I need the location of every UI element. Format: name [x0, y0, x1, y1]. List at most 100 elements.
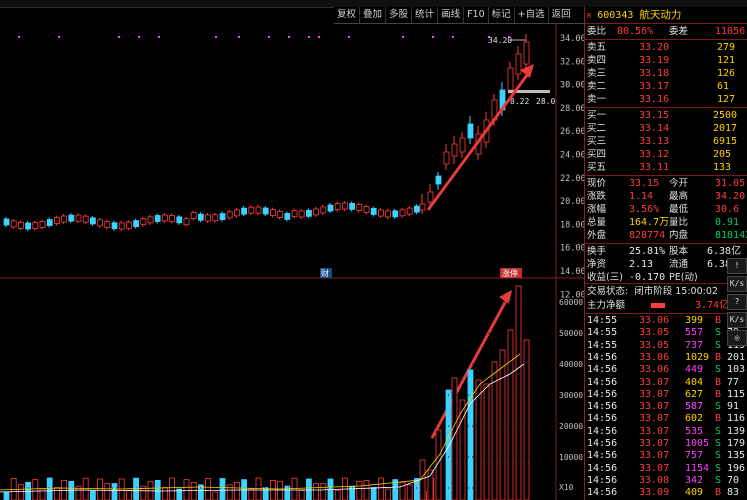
volume-bar: [515, 285, 522, 500]
side-tool-icon[interactable]: ?: [727, 294, 747, 310]
volume-bar: [262, 487, 269, 500]
candle-body: [419, 203, 426, 211]
candle-body: [385, 210, 392, 218]
toolbar-button-overlay[interactable]: 叠加: [360, 7, 387, 23]
candle-body: [313, 208, 320, 216]
low-ref-right-label: 28.0: [536, 97, 555, 106]
toolbar-button-f10[interactable]: F10: [464, 7, 489, 23]
marker-limit-up: 涨停: [502, 268, 518, 278]
volume-bar: [298, 490, 305, 500]
candle-body: [284, 213, 291, 220]
bid-row[interactable]: 买一 33.15 2500: [587, 109, 737, 122]
candle-body: [507, 67, 514, 91]
volume-bar: [445, 389, 452, 500]
ask-row[interactable]: 卖五 33.20 279: [587, 41, 735, 54]
signal-dot: [402, 36, 404, 38]
candle-body: [126, 221, 132, 229]
volume-bar: [320, 483, 327, 500]
volume-bar: [46, 477, 53, 500]
bid-row[interactable]: 买二 33.14 2017: [587, 122, 737, 135]
toolbar-button-mark[interactable]: 标记: [489, 7, 515, 23]
volume-bar: [507, 329, 514, 500]
candle-body: [97, 219, 103, 227]
side-tool-icon[interactable]: !: [727, 258, 747, 274]
candle-body: [399, 209, 406, 217]
bid-row[interactable]: 买四 33.12 205: [587, 148, 731, 161]
candle-body: [341, 202, 348, 210]
candle-body: [104, 221, 111, 229]
candle-body: [154, 215, 161, 222]
toolbar-button-fuquan[interactable]: 复权: [334, 7, 361, 23]
tick-row: 14:56 33.06 449 S 103: [587, 364, 746, 376]
candle-body: [248, 206, 255, 214]
signal-dot: [215, 36, 217, 38]
tick-row: 14:56 33.06 1029 B 201: [587, 351, 746, 363]
volume-bar: [212, 491, 219, 500]
tick-row: 14:56 33.07 627 B 115: [587, 388, 746, 400]
volume-bar: [54, 487, 60, 500]
candle-body: [377, 209, 384, 217]
toolbar-button-add-watchlist[interactable]: +自选: [515, 7, 549, 23]
toolbar-button-multi-stock[interactable]: 多股: [386, 7, 413, 23]
candle-body: [3, 218, 10, 226]
side-tool-icon[interactable]: ◎: [727, 330, 747, 346]
tick-row: 14:56 33.07 602 B 116: [587, 413, 746, 425]
candle-body: [241, 207, 248, 215]
volume-bar: [356, 480, 363, 500]
candle-body: [262, 207, 269, 215]
ask-row[interactable]: 卖二 33.17 61: [587, 80, 729, 93]
candle-body: [443, 151, 450, 165]
volume-bar: [111, 483, 118, 500]
candle-body: [111, 222, 118, 230]
ask-row[interactable]: 卖三 33.18 126: [587, 67, 735, 80]
signal-dot: [138, 36, 140, 38]
volume-bar: [90, 490, 96, 500]
volume-bar: [118, 478, 125, 500]
volume-bar: [169, 477, 176, 500]
quote-panel: R 600343 航天动力 委比 80.56% 委差 11056 卖五 33.20…: [584, 7, 747, 500]
candle-body: [291, 210, 298, 218]
weibi-row: 委比 80.56% 委差 11056: [587, 26, 746, 37]
bid-row[interactable]: 买五 33.11 133: [587, 161, 731, 174]
toolbar-button-back[interactable]: 返回: [549, 7, 574, 23]
candle-body: [39, 220, 46, 228]
candle-body: [305, 209, 312, 217]
volume-bar: [385, 488, 392, 500]
main-net-row[interactable]: 主力净额 3.74亿: [587, 299, 729, 312]
candle-body: [75, 214, 82, 222]
side-tool-icon[interactable]: K/s: [727, 312, 747, 328]
volume-ma-line-2: [0, 363, 525, 493]
tick-row: 14:56 33.08 342 S 70: [587, 474, 740, 486]
price-axis-tick: 18.00: [560, 220, 584, 230]
quote-row: 涨跌 1.14 最高 34.20: [587, 191, 746, 202]
volume-axis-tick: 10000: [559, 453, 583, 462]
volume-bar: [255, 477, 262, 500]
price-axis-tick: 24.00: [560, 151, 584, 161]
price-trend-arrow: [426, 70, 532, 211]
candle-body: [68, 214, 75, 222]
signal-dot: [238, 36, 240, 38]
chart-toolbar: 复权 叠加 多股 统计 画线 F10 标记 +自选 返回: [334, 7, 584, 24]
ask-row[interactable]: 卖一 33.16 127: [587, 93, 735, 106]
volume-bar: [154, 480, 161, 500]
quote-row: 涨幅 3.56% 最低 30.6: [587, 204, 740, 215]
kline-chart-area[interactable]: 34.00 32.00 30.00 28.00 26.00 24.00 22.00 20.00…: [0, 24, 584, 500]
bid-row[interactable]: 买三 33.13 6915: [587, 135, 737, 148]
candle-body: [17, 221, 24, 229]
candle-body: [197, 213, 204, 221]
price-axis-tick: 26.00: [560, 127, 584, 137]
candle-body: [140, 218, 147, 226]
candle-body: [435, 175, 442, 185]
volume-bar: [406, 484, 413, 500]
candle-body: [169, 215, 176, 222]
candle-body: [61, 215, 67, 223]
stock-header: R 600343 航天动力: [587, 9, 681, 22]
volume-bar: [277, 480, 284, 500]
toolbar-button-draw-line[interactable]: 画线: [438, 7, 465, 23]
candle-body: [406, 207, 413, 215]
ask-row[interactable]: 卖四 33.19 121: [587, 54, 735, 67]
main-net-bar: [651, 303, 665, 308]
toolbar-button-statistics[interactable]: 统计: [412, 7, 439, 23]
side-tool-icon[interactable]: K/s: [727, 276, 747, 292]
candle-body: [147, 216, 154, 224]
